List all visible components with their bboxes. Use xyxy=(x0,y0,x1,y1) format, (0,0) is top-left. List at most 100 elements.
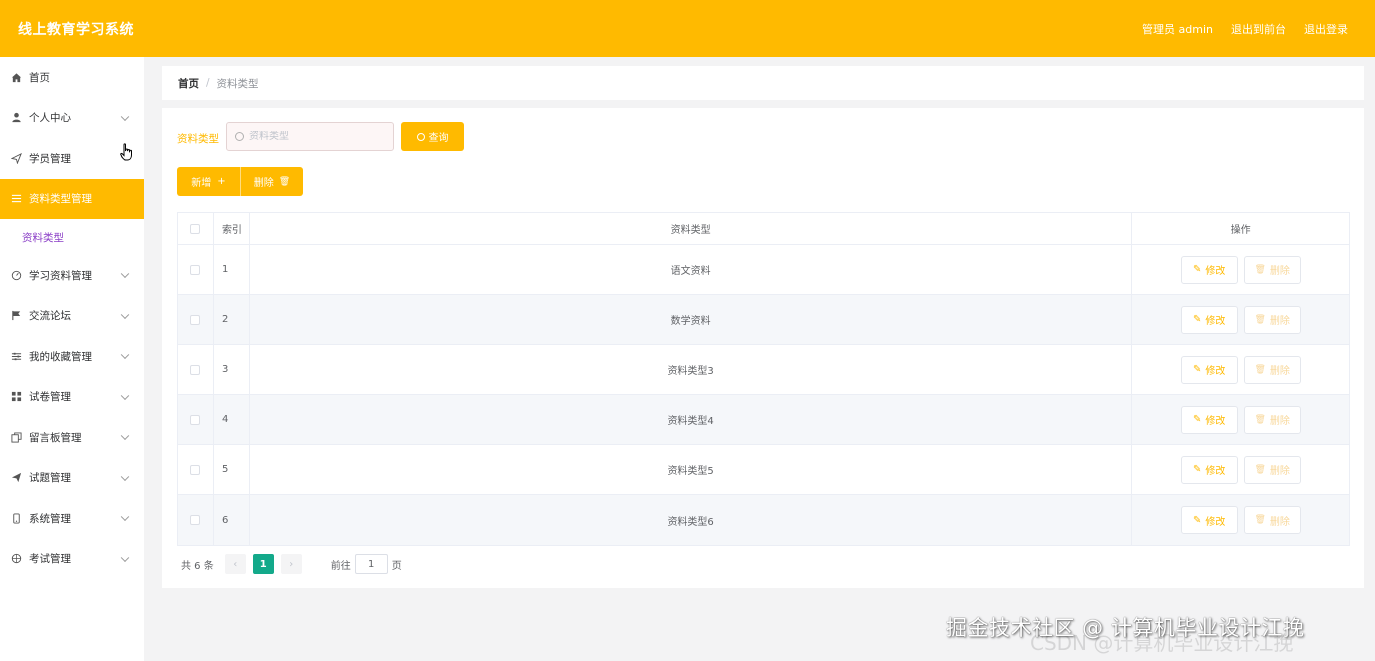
row-check-cell xyxy=(178,245,214,294)
admin-user-label[interactable]: 管理员 admin xyxy=(1142,21,1213,37)
edit-label: 修改 xyxy=(1205,266,1226,277)
sidebar-item-exam-management[interactable]: 考试管理 xyxy=(0,539,144,580)
delete-label: 删除 xyxy=(1269,316,1290,327)
exit-to-front-link[interactable]: 退出到前台 xyxy=(1231,21,1286,37)
header-actions: 管理员 admin 退出到前台 退出登录 xyxy=(1142,0,1348,57)
batch-delete-button[interactable]: 删除 🗑 xyxy=(240,167,303,196)
delete-button[interactable]: 🗑 删除 xyxy=(1243,506,1301,534)
logout-link[interactable]: 退出登录 xyxy=(1304,21,1348,37)
edit-button[interactable]: ✎ 修改 xyxy=(1180,455,1238,484)
sidebar-item-label: 个人中心 xyxy=(29,112,71,125)
add-button[interactable]: 新增 + xyxy=(177,167,240,196)
row-actions: ✎ 修改 🗑 删除 xyxy=(1132,395,1349,444)
chevron-down-icon xyxy=(120,391,130,400)
row-checkbox[interactable] xyxy=(190,414,201,425)
pagination: 共 6 条 ‹ 1 › 前往 页 xyxy=(181,554,402,574)
delete-label: 删除 xyxy=(1269,466,1290,477)
row-type: 语文资料 xyxy=(250,245,1133,294)
chevron-down-icon xyxy=(120,472,130,481)
row-checkbox[interactable] xyxy=(190,264,201,275)
main-panel: 资料类型 查询 新增 + 删除 🗑 索引 资料类型 操作 1语文资料✎修改🗑删除… xyxy=(162,108,1364,588)
edit-label: 修改 xyxy=(1205,366,1226,377)
sidebar-item-label: 学习资料管理 xyxy=(29,269,92,282)
table-row: 4 资料类型4 ✎ 修改 🗑 删除 xyxy=(178,395,1349,445)
query-button[interactable]: 查询 xyxy=(401,122,464,151)
delete-label: 删除 xyxy=(1269,416,1290,427)
header-check-cell xyxy=(178,213,214,244)
prev-page-button[interactable]: ‹ xyxy=(224,554,246,574)
chevron-down-icon xyxy=(120,512,130,522)
table-header-row: 索引 资料类型 操作 xyxy=(178,213,1349,245)
sidebar-item-question-management[interactable]: 试题管理 xyxy=(0,458,144,499)
table-row: 3 资料类型3 ✎ 修改 🗑 删除 xyxy=(178,345,1349,395)
edit-label: 修改 xyxy=(1205,416,1226,427)
edit-button[interactable]: ✎ 修改 xyxy=(1180,255,1238,284)
sidebar-subitem-material-type[interactable]: 资料类型 xyxy=(0,219,144,255)
sidebar-item-exam-paper-management[interactable]: 试卷管理 xyxy=(0,377,144,418)
sidebar-item-message-board-management[interactable]: 留言板管理 xyxy=(0,417,144,458)
edit-icon: ✎ xyxy=(1192,364,1202,375)
sidebar-item-label: 试卷管理 xyxy=(29,391,71,404)
delete-button[interactable]: 🗑 删除 xyxy=(1243,405,1301,434)
batch-delete-label: 删除 xyxy=(253,178,274,189)
sidebar-item-material-type-management[interactable]: 资料类型管理 xyxy=(0,178,144,219)
breadcrumb-home[interactable]: 首页 xyxy=(178,76,199,91)
trash-icon: 🗑 xyxy=(1254,414,1266,425)
sidebar-item-personal-center[interactable]: 个人中心 xyxy=(0,98,144,139)
row-type: 资料类型5 xyxy=(250,445,1133,494)
row-checkbox[interactable] xyxy=(190,314,201,325)
page-number-current[interactable]: 1 xyxy=(252,554,274,574)
next-page-button[interactable]: › xyxy=(280,554,302,574)
edit-label: 修改 xyxy=(1205,516,1226,528)
sidebar-item-forum[interactable]: 交流论坛 xyxy=(0,296,144,337)
edit-icon: ✎ xyxy=(1192,514,1202,526)
row-index: 6 xyxy=(214,495,250,545)
header-op: 操作 xyxy=(1230,225,1251,236)
delete-button[interactable]: 🗑 删除 xyxy=(1243,305,1301,334)
menu-icon xyxy=(10,193,22,205)
sidebar-item-label: 留言板管理 xyxy=(29,431,82,444)
search-input[interactable] xyxy=(249,131,379,142)
row-index: 4 xyxy=(214,395,250,444)
chevron-down-icon xyxy=(120,350,130,360)
app-title: 线上教育学习系统 xyxy=(18,21,134,38)
row-index: 3 xyxy=(214,345,250,394)
delete-button[interactable]: 🗑 删除 xyxy=(1243,355,1301,384)
sidebar-item-label: 考试管理 xyxy=(29,553,71,566)
edit-button[interactable]: ✎ 修改 xyxy=(1180,506,1238,534)
row-check-cell xyxy=(178,445,214,494)
search-box[interactable] xyxy=(226,122,394,151)
row-actions: ✎ 修改 🗑 删除 xyxy=(1132,295,1349,344)
edit-button[interactable]: ✎ 修改 xyxy=(1180,405,1238,434)
row-checkbox[interactable] xyxy=(190,364,201,375)
row-checkbox[interactable] xyxy=(190,515,201,525)
sidebar-item-system-management[interactable]: 系统管理 xyxy=(0,498,144,539)
sidebar-item-label: 交流论坛 xyxy=(29,310,71,323)
sidebar-item-home[interactable]: 首页 xyxy=(0,57,144,98)
sidebar-item-label: 学员管理 xyxy=(29,152,71,165)
row-actions: ✎ 修改 🗑 删除 xyxy=(1132,345,1349,394)
query-button-label: 查询 xyxy=(428,133,449,144)
row-type: 资料类型4 xyxy=(250,395,1133,444)
row-checkbox[interactable] xyxy=(190,464,201,475)
top-header: 线上教育学习系统 管理员 admin 退出到前台 退出登录 xyxy=(0,0,1375,57)
delete-button[interactable]: 🗑 删除 xyxy=(1243,255,1301,284)
edit-icon: ✎ xyxy=(1192,464,1202,475)
select-all-checkbox[interactable] xyxy=(190,223,201,234)
add-button-label: 新增 xyxy=(191,178,212,189)
phone-icon xyxy=(10,512,22,524)
search-label: 资料类型 xyxy=(177,133,219,145)
sidebar-item-favorites-management[interactable]: 我的收藏管理 xyxy=(0,336,144,377)
edit-button[interactable]: ✎ 修改 xyxy=(1180,355,1238,384)
edit-button[interactable]: ✎ 修改 xyxy=(1180,305,1238,334)
delete-button[interactable]: 🗑 删除 xyxy=(1243,455,1301,484)
chevron-down-icon xyxy=(120,269,130,279)
header-index: 索引 xyxy=(214,213,250,244)
sidebar-item-study-material-management[interactable]: 学习资料管理 xyxy=(0,255,144,296)
goto-page-input[interactable] xyxy=(354,554,388,574)
plus-icon: + xyxy=(217,176,226,187)
search-icon xyxy=(235,132,244,141)
table-row: 6 资料类型6 ✎ 修改 🗑 删除 xyxy=(178,495,1349,545)
breadcrumb: 首页 / 资料类型 xyxy=(162,66,1364,100)
row-type: 资料类型3 xyxy=(250,345,1133,394)
